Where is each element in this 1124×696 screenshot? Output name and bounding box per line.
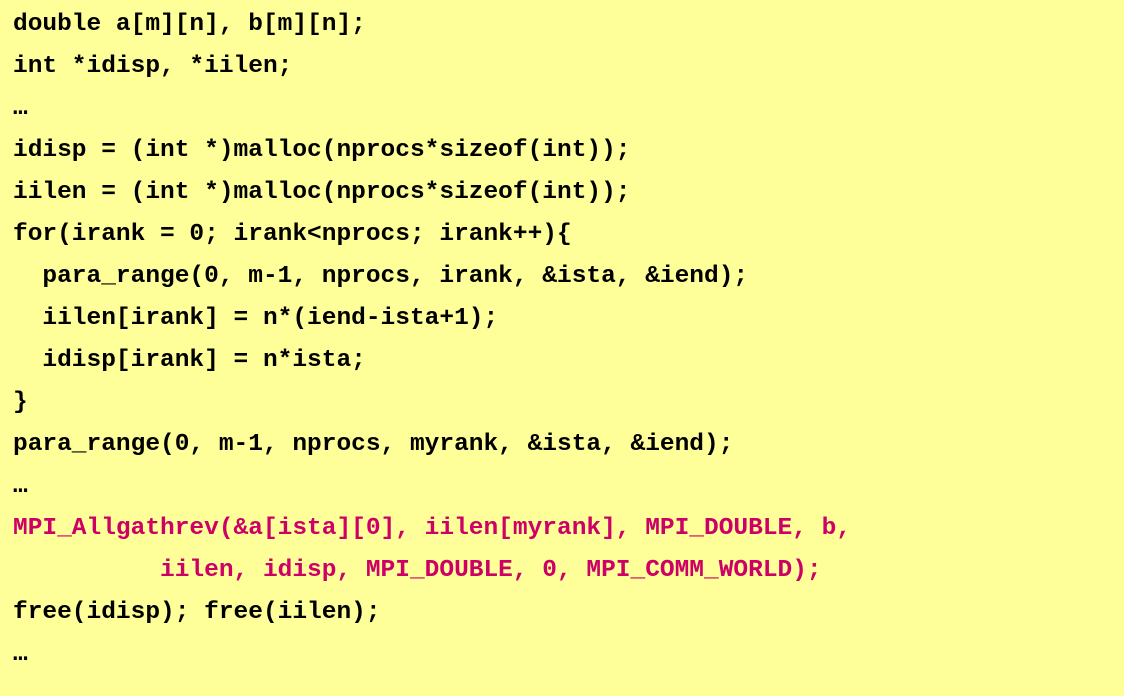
code-line: … xyxy=(13,95,28,122)
code-line: } xyxy=(13,389,28,416)
code-line: free(idisp); free(iilen); xyxy=(13,599,381,626)
code-block: double a[m][n], b[m][n]; int *idisp, *ii… xyxy=(0,0,1124,696)
code-line: para_range(0, m-1, nprocs, myrank, &ista… xyxy=(13,431,734,458)
code-line: int *idisp, *iilen; xyxy=(13,53,293,80)
code-line: idisp = (int *)malloc(nprocs*sizeof(int)… xyxy=(13,137,631,164)
code-line: iilen[irank] = n*(iend-ista+1); xyxy=(13,305,499,332)
code-line: iilen = (int *)malloc(nprocs*sizeof(int)… xyxy=(13,179,631,206)
code-line-highlighted: MPI_Allgathrev(&a[ista][0], iilen[myrank… xyxy=(13,515,852,542)
code-line: idisp[irank] = n*ista; xyxy=(13,347,366,374)
code-line: para_range(0, m-1, nprocs, irank, &ista,… xyxy=(13,263,749,290)
code-line: double a[m][n], b[m][n]; xyxy=(13,11,366,38)
code-line: … xyxy=(13,473,28,500)
code-line: … xyxy=(13,641,28,668)
code-line-highlighted: iilen, idisp, MPI_DOUBLE, 0, MPI_COMM_WO… xyxy=(13,557,822,584)
code-line: for(irank = 0; irank<nprocs; irank++){ xyxy=(13,221,572,248)
